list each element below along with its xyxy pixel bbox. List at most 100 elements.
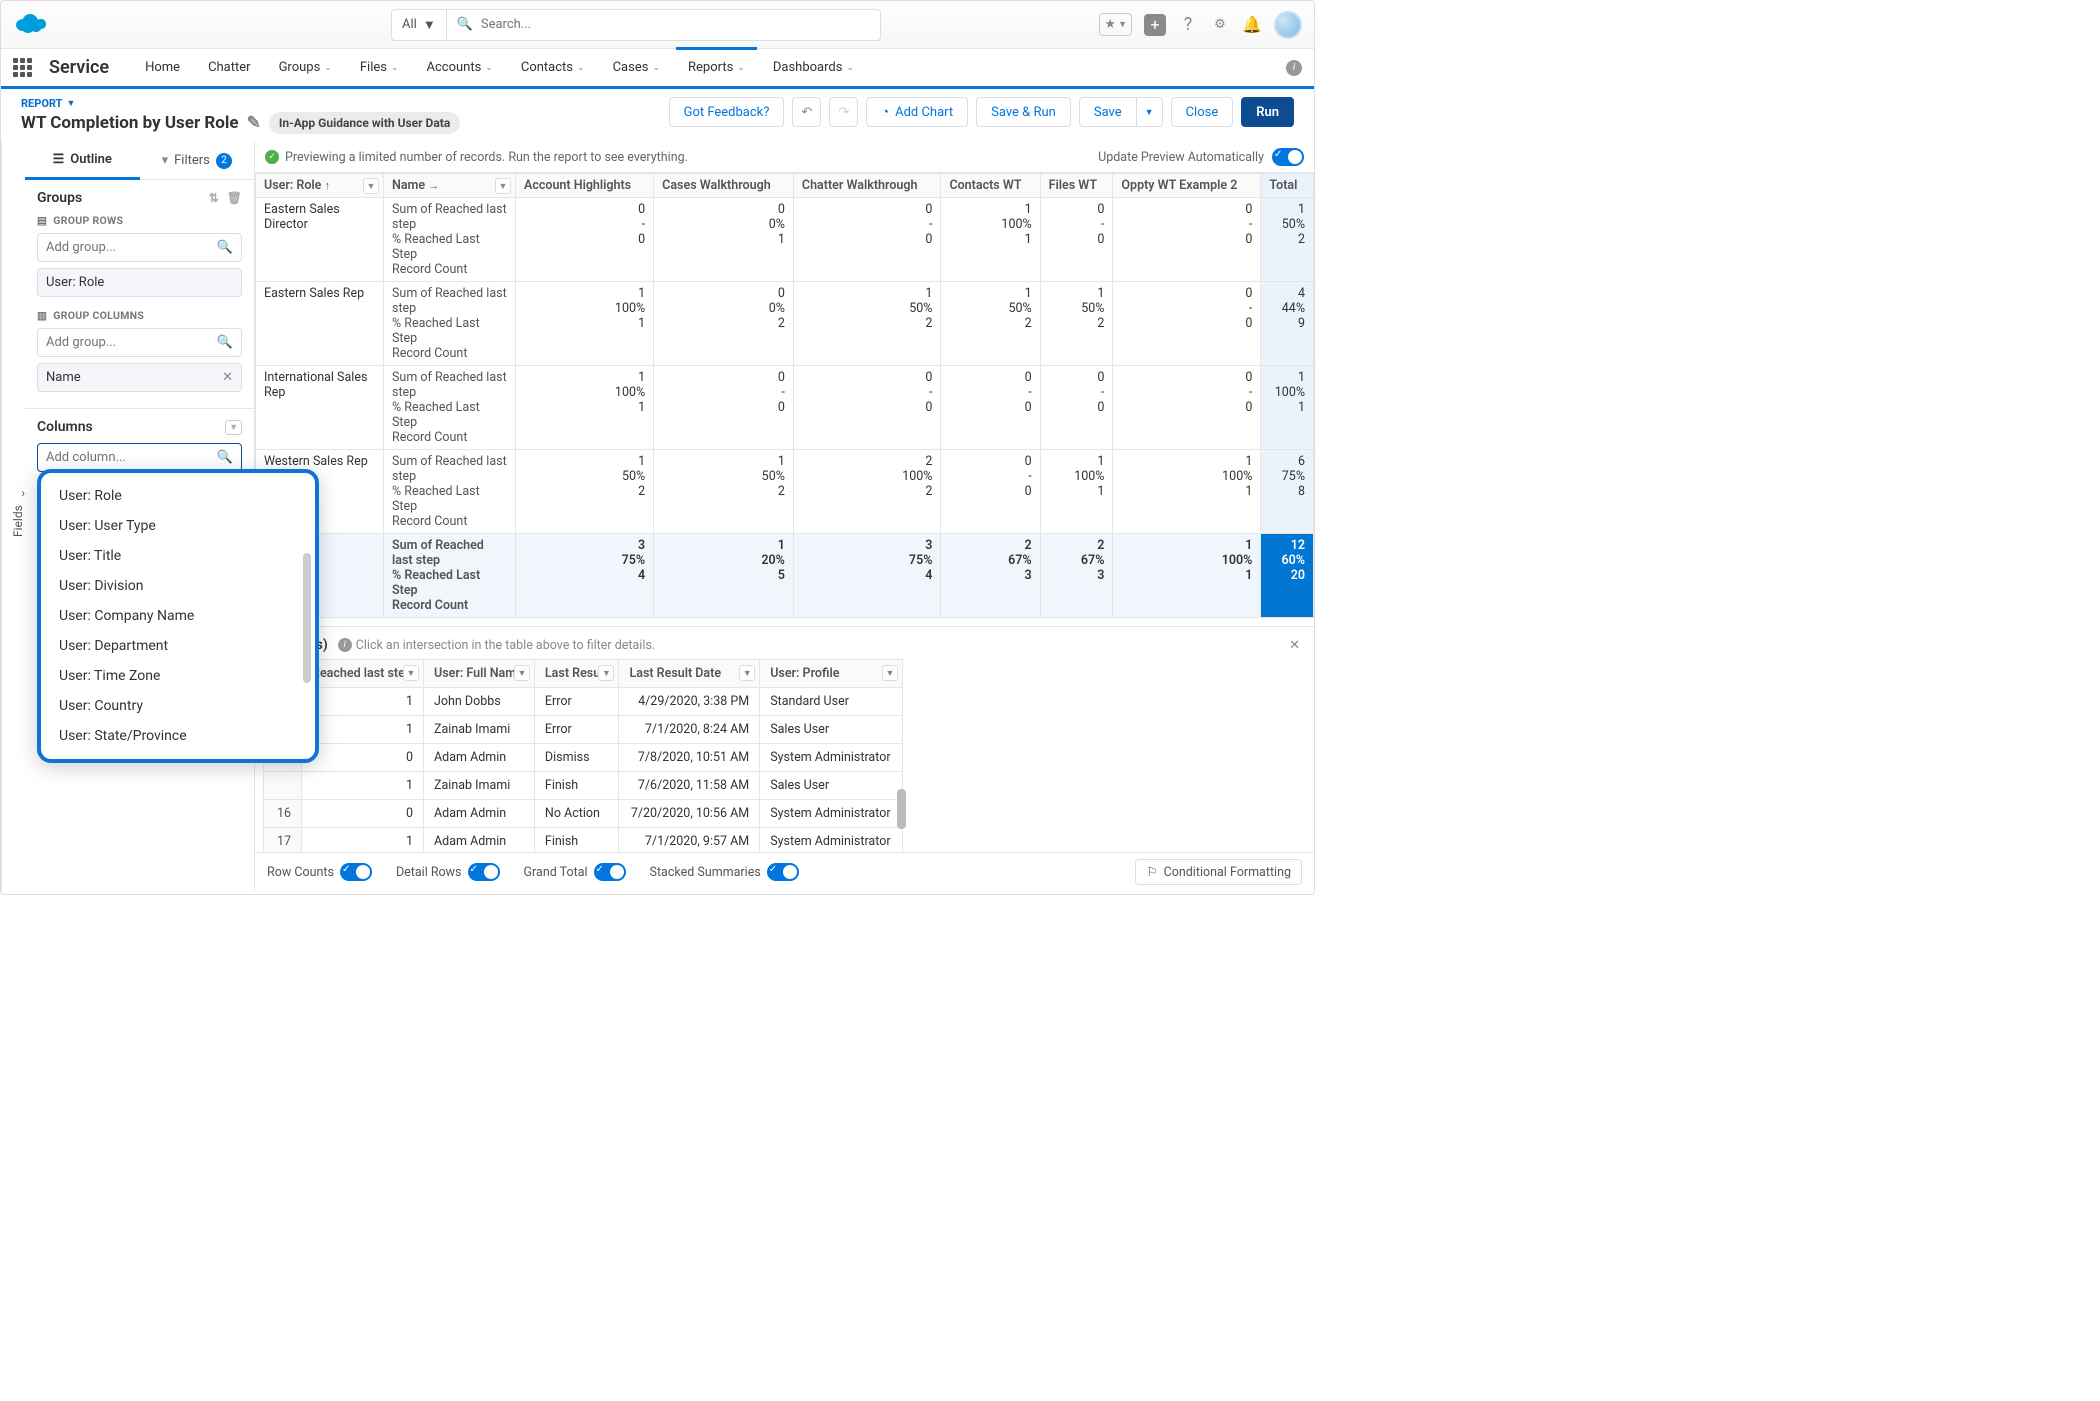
feedback-button[interactable]: Got Feedback? [669,97,785,127]
dropdown-item[interactable]: User: Title [41,541,315,571]
dropdown-item[interactable]: User: State/Province [41,721,315,751]
edit-title-button[interactable]: ✎ [247,113,261,133]
nav-reports[interactable]: Reports⌄ [676,47,757,85]
preview-bar: ✓ Previewing a limited number of records… [255,142,1314,173]
dropdown-item[interactable]: User: Division [41,571,315,601]
toggle-label: Row Counts [267,865,334,880]
footer-toggles: Row Counts Detail Rows Grand Total Stack… [255,852,1314,891]
global-header: All▼ 🔍 ★▼ + ? ⚙ 🔔 [1,1,1314,49]
star-icon: ★ [1104,17,1116,32]
favorites-button[interactable]: ★▼ [1099,13,1132,36]
nav-chatter[interactable]: Chatter [196,50,263,85]
detail-rows-toggle[interactable] [468,863,500,881]
report-type-label[interactable]: REPORT▼ [21,97,460,110]
details-hint: Click an intersection in the table above… [356,638,655,653]
input[interactable] [46,335,217,350]
format-icon: ⚐ [1146,864,1157,880]
save-run-button[interactable]: Save & Run [976,97,1071,127]
group-row-pill[interactable]: User: Role [37,268,242,297]
toggle-label: Detail Rows [396,865,462,880]
group-cols-label: GROUP COLUMNS [53,309,144,322]
add-group-col-input[interactable]: 🔍 [37,328,242,357]
info-icon[interactable]: i [1286,60,1302,76]
bell-icon: 🔔 [1242,15,1262,34]
nav-label: Cases [613,60,649,75]
nav-files[interactable]: Files ⌄ [348,50,411,85]
global-add-button[interactable]: + [1144,14,1166,36]
notifications-button[interactable]: 🔔 [1242,15,1262,35]
add-column-input[interactable]: 🔍 [37,443,242,472]
chevron-down-icon: ⌄ [485,63,493,73]
fields-label: Fields [11,506,25,538]
dropdown-item[interactable]: User: Time Zone [41,661,315,691]
dropdown-item[interactable]: User: Country [41,691,315,721]
dropdown-item[interactable]: User: Company Name [41,601,315,631]
nav-home[interactable]: Home [133,50,192,85]
report-main: ✓ Previewing a limited number of records… [255,142,1314,891]
rows-icon: ▤ [37,214,47,227]
nav-cases[interactable]: Cases⌄ [601,50,672,85]
avatar[interactable] [1274,11,1302,39]
search-scope-dropdown[interactable]: All▼ [392,10,447,40]
fields-rail[interactable]: Fields › [1,142,25,891]
nav-contacts[interactable]: Contacts⌄ [509,50,597,85]
redo-button[interactable]: ↷ [829,97,858,127]
conditional-formatting-button[interactable]: ⚐Conditional Formatting [1135,859,1302,885]
save-button[interactable]: Save [1079,97,1137,127]
search-input-wrapper: 🔍 [447,17,880,32]
add-chart-button[interactable]: ◔Add Chart [866,97,968,127]
columns-heading: Columns [37,419,93,435]
input[interactable] [46,240,217,255]
save-menu-button[interactable]: ▼ [1137,97,1163,127]
question-icon: ? [1184,14,1193,35]
remove-icon[interactable]: ✕ [222,370,233,385]
close-details-button[interactable]: ✕ [1289,638,1300,653]
btn-label: Save [1094,105,1122,120]
chevron-down-icon: ⌄ [577,63,585,73]
group-col-pill[interactable]: Name✕ [37,363,242,392]
input[interactable] [46,450,217,465]
chevron-down-icon: ⌄ [324,63,332,73]
app-name: Service [49,57,109,78]
scrollbar[interactable] [303,553,311,683]
column-dropdown: User: RoleUser: User TypeUser: TitleUser… [37,469,319,763]
stacked-toggle[interactable] [767,863,799,881]
save-split-button: Save ▼ [1079,97,1163,127]
app-launcher-icon[interactable] [13,58,33,78]
chevron-down-icon: ⌄ [846,63,854,73]
dropdown-item[interactable]: User: Role [41,481,315,511]
row-counts-toggle[interactable] [340,863,372,881]
chevron-down-icon: ⌄ [737,63,745,73]
chevron-down-icon: ⌄ [652,63,660,73]
nav-groups[interactable]: Groups⌄ [267,50,344,85]
search-input[interactable] [481,17,870,32]
salesforce-logo-icon [13,13,49,37]
grand-total-toggle[interactable] [594,863,626,881]
undo-button[interactable]: ↶ [792,97,821,127]
close-button[interactable]: Close [1171,97,1234,127]
run-button[interactable]: Run [1241,97,1294,127]
setup-button[interactable]: ⚙ [1210,15,1230,35]
scrollbar[interactable] [897,789,906,829]
nav-accounts[interactable]: Accounts⌄ [415,50,505,85]
chevron-down-icon: ⌄ [391,63,399,73]
dropdown-icon[interactable]: ▼ [225,420,242,435]
nav-dashboards[interactable]: Dashboards⌄ [761,50,866,85]
swap-icon[interactable]: ⇅ [209,191,219,205]
tab-filters[interactable]: ▾Filters2 [140,142,255,179]
auto-preview-toggle[interactable] [1272,148,1304,166]
add-group-row-input[interactable]: 🔍 [37,233,242,262]
nav-label: Files [360,60,387,75]
help-button[interactable]: ? [1178,15,1198,35]
dropdown-item[interactable]: User: Department [41,631,315,661]
delete-icon[interactable]: 🗑 [227,191,242,205]
gear-icon: ⚙ [1214,17,1226,32]
tab-label: Filters [174,153,210,168]
dropdown-item[interactable]: User: User Type [41,511,315,541]
tab-outline[interactable]: ☰Outline [25,142,140,180]
undo-icon: ↶ [801,105,812,120]
report-header: REPORT▼ WT Completion by User Role ✎ In-… [1,89,1314,142]
page-title: WT Completion by User Role [21,113,239,133]
search-icon: 🔍 [217,450,233,465]
pill-label: User: Role [46,275,104,290]
